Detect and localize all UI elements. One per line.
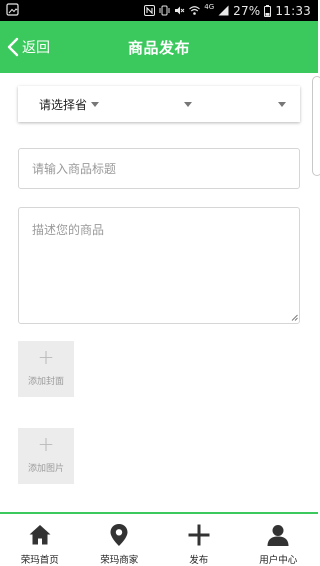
mute-icon bbox=[175, 6, 185, 15]
bottom-tab-bar: 荣玛首页 荣玛商家 发布 用户中心 bbox=[0, 512, 318, 566]
plus-icon: + bbox=[37, 432, 55, 456]
user-icon bbox=[267, 525, 289, 546]
home-icon bbox=[29, 525, 51, 545]
tab-merchants[interactable]: 荣玛商家 bbox=[80, 514, 160, 566]
edge-panel-handle[interactable] bbox=[312, 76, 320, 176]
tab-home[interactable]: 荣玛首页 bbox=[0, 514, 80, 566]
network-type: 4G bbox=[204, 3, 215, 11]
product-title-input[interactable] bbox=[18, 148, 300, 189]
tab-label: 用户中心 bbox=[259, 555, 298, 566]
wifi-icon bbox=[189, 6, 201, 15]
vibrate-icon bbox=[159, 5, 170, 16]
status-bar: 4G 27% 11:33 bbox=[0, 0, 318, 21]
tab-user-center[interactable]: 用户中心 bbox=[239, 514, 319, 566]
gallery-notification-icon bbox=[6, 3, 19, 16]
tab-label: 发布 bbox=[189, 555, 209, 566]
add-cover-label: 添加封面 bbox=[27, 377, 64, 387]
product-description-textarea[interactable] bbox=[18, 207, 300, 324]
tab-publish[interactable]: 发布 bbox=[159, 514, 239, 566]
battery-percent: 27% bbox=[233, 3, 261, 18]
plus-icon: + bbox=[37, 345, 55, 369]
battery-icon bbox=[264, 4, 272, 17]
add-image-label: 添加图片 bbox=[27, 464, 64, 474]
province-dropdown-caret-icon[interactable] bbox=[91, 102, 99, 107]
nfc-icon bbox=[144, 5, 156, 16]
add-image-button[interactable]: + 添加图片 bbox=[18, 428, 74, 484]
location-pin-icon bbox=[110, 524, 128, 546]
province-select-label: 请选择省 bbox=[39, 97, 88, 112]
page-title: 商品发布 bbox=[127, 39, 190, 57]
add-cover-button[interactable]: + 添加封面 bbox=[18, 341, 74, 397]
clock: 11:33 bbox=[275, 3, 311, 18]
district-dropdown-caret-icon[interactable] bbox=[278, 102, 286, 107]
signal-icon bbox=[218, 5, 229, 16]
region-select[interactable]: 请选择省 bbox=[18, 86, 300, 122]
plus-icon bbox=[188, 524, 210, 546]
header-bar: 返回 商品发布 bbox=[0, 21, 318, 73]
resize-grip-icon[interactable] bbox=[291, 314, 298, 321]
tab-label: 荣玛首页 bbox=[20, 555, 59, 566]
tab-label: 荣玛商家 bbox=[100, 555, 139, 566]
city-dropdown-caret-icon[interactable] bbox=[184, 102, 192, 107]
